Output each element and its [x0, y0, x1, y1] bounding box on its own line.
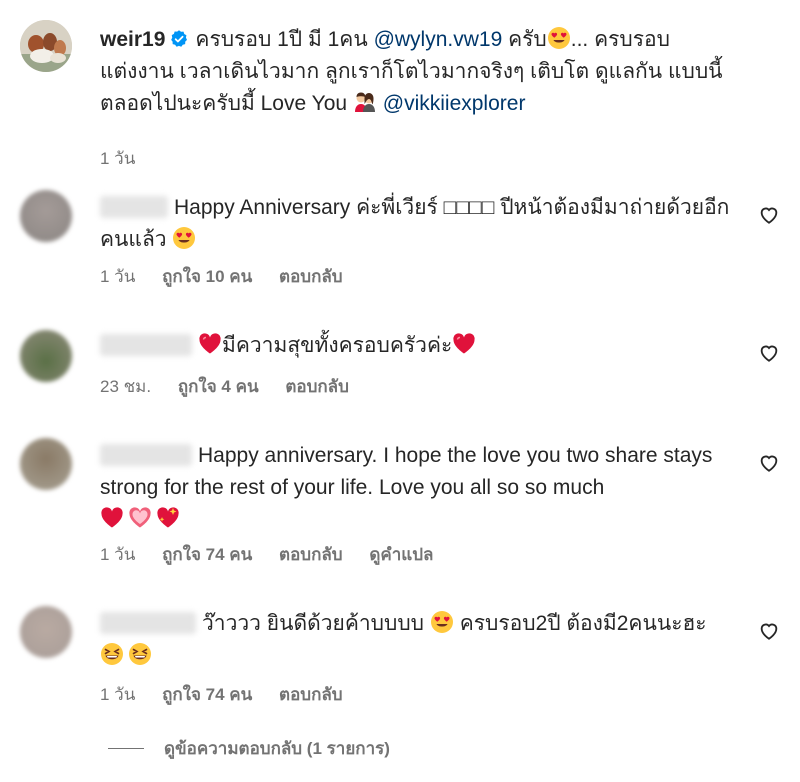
couple-emoji [354, 92, 375, 112]
caption-part: ครบรอบ 1ปี มี 1คน [195, 28, 368, 51]
username[interactable]: weir19 [100, 28, 165, 51]
timestamp[interactable]: 23 ชม. [100, 377, 151, 396]
heart-outline-icon[interactable] [758, 452, 780, 474]
comment-text: ว๊าววว ยินดีด้วยค้าบบบบ ครบรอบ2ปี ต้องมี… [100, 608, 740, 672]
reply-button[interactable]: ตอบกลับ [285, 377, 349, 396]
likes-count[interactable]: ถูกใจ 74 คน [162, 545, 252, 564]
heart-outline-icon[interactable] [758, 620, 780, 642]
comment-meta: 23 ชม. ถูกใจ 4 คน ตอบกลับ [100, 376, 371, 398]
timestamp[interactable]: 1 วัน [100, 545, 135, 564]
avatar[interactable] [20, 20, 72, 72]
comment-meta: 1 วัน ถูกใจ 74 คน ตอบกลับ [100, 684, 365, 706]
commenter-username-blurred[interactable] [100, 612, 196, 634]
caption-part: ครับ [508, 28, 547, 51]
view-replies-button[interactable]: ดูข้อความตอบกลับ (1 รายการ) [108, 738, 390, 760]
avatar[interactable] [20, 438, 72, 490]
comments-panel: weir19 ครบรอบ 1ปี มี 1คน @wylyn.vw19 ครับ… [0, 0, 800, 782]
comment-meta: 1 วัน ถูกใจ 10 คน ตอบกลับ [100, 266, 365, 288]
commenter-username-blurred[interactable] [100, 196, 168, 218]
likes-count[interactable]: ถูกใจ 10 คน [162, 267, 252, 286]
comment-text: Happy Anniversary ค่ะพี่เวียร์ □□□□ ปีหน… [100, 192, 740, 256]
reply-button[interactable]: ตอบกลับ [279, 685, 343, 704]
timestamp[interactable]: 1 วัน [100, 149, 135, 168]
heart-outline-icon[interactable] [758, 342, 780, 364]
avatar[interactable] [20, 606, 72, 658]
heart-eyes-emoji [547, 27, 570, 49]
grinning-squint-emoji [101, 643, 123, 665]
pink-heart-emoji [129, 507, 151, 528]
reply-button[interactable]: ตอบกลับ [279, 267, 343, 286]
comment-text: มีความสุขทั้งครอบครัวค่ะ [100, 330, 740, 362]
likes-count[interactable]: ถูกใจ 4 คน [178, 377, 259, 396]
comment-body: ว๊าววว ยินดีด้วยค้าบบบบ [202, 612, 424, 635]
timestamp[interactable]: 1 วัน [100, 685, 135, 704]
heart-eyes-emoji [430, 611, 453, 633]
reply-button[interactable]: ตอบกลับ [279, 545, 343, 564]
view-replies-label: ดูข้อความตอบกลับ (1 รายการ) [164, 739, 390, 758]
heart-eyes-emoji [173, 227, 196, 249]
heart-outline-icon[interactable] [758, 204, 780, 226]
comment-body: ครบรอบ2ปี ต้องมี2คนนะฮะ [459, 612, 707, 635]
divider-line [108, 748, 144, 749]
sparkling-heart-emoji [157, 507, 179, 528]
avatar[interactable] [20, 190, 72, 242]
red-heart-emoji [101, 507, 123, 528]
timestamp[interactable]: 1 วัน [100, 267, 135, 286]
avatar[interactable] [20, 330, 72, 382]
verified-badge-icon [171, 30, 188, 47]
commenter-username-blurred[interactable] [100, 334, 192, 356]
mention-link[interactable]: @wylyn.vw19 [374, 28, 503, 51]
comment-text: Happy anniversary. I hope the love you t… [100, 440, 740, 536]
comment-meta: 1 วัน ถูกใจ 74 คน ตอบกลับ ดูคำแปล [100, 544, 455, 566]
red-heart-emoji [199, 333, 221, 354]
likes-count[interactable]: ถูกใจ 74 คน [162, 685, 252, 704]
grinning-squint-emoji [129, 643, 151, 665]
caption-text: weir19 ครบรอบ 1ปี มี 1คน @wylyn.vw19 ครับ… [100, 24, 740, 120]
mention-link[interactable]: @vikkiiexplorer [383, 92, 526, 115]
comment-body: มีความสุขทั้งครอบครัวค่ะ [222, 334, 453, 357]
red-heart-emoji [453, 333, 475, 354]
caption-meta: 1 วัน [100, 148, 157, 170]
see-translation-button[interactable]: ดูคำแปล [369, 545, 433, 564]
commenter-username-blurred[interactable] [100, 444, 192, 466]
